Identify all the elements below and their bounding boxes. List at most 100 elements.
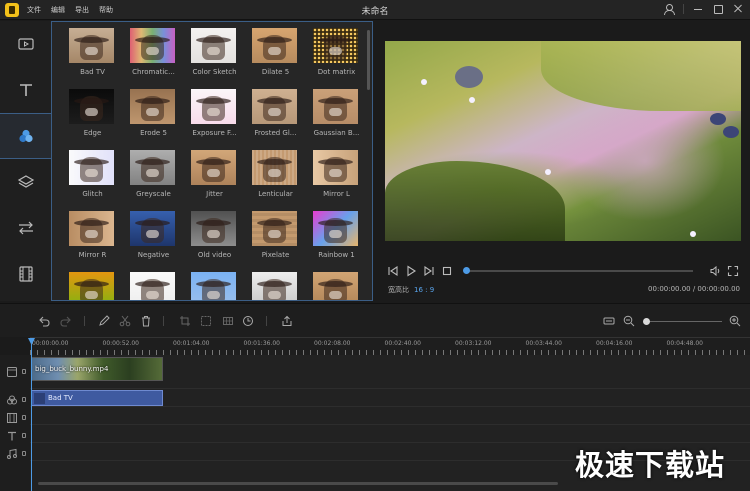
effect-item[interactable] — [184, 272, 245, 300]
rail-filmstrip[interactable] — [0, 251, 51, 297]
effect-thumbnail-subject — [135, 96, 170, 121]
effect-item[interactable]: Lenticular — [245, 150, 306, 211]
mosaic-icon[interactable] — [222, 315, 234, 327]
prev-frame-icon[interactable] — [387, 265, 399, 277]
effect-item[interactable]: Exposure F... — [184, 89, 245, 150]
effect-thumbnail-subject — [257, 96, 292, 121]
effect-thumbnail — [69, 272, 114, 300]
lock-icon[interactable] — [22, 415, 26, 420]
effect-item[interactable]: Negative — [123, 211, 184, 272]
stop-icon[interactable] — [441, 265, 453, 277]
lock-icon[interactable] — [22, 433, 26, 438]
effect-item[interactable]: Chromatic... — [123, 28, 184, 89]
undo-icon[interactable] — [38, 315, 50, 327]
resize-icon[interactable] — [200, 315, 212, 327]
effect-label: Old video — [197, 251, 232, 259]
rail-transitions[interactable] — [0, 205, 51, 251]
effect-item[interactable]: Dilate 5 — [245, 28, 306, 89]
maximize-icon[interactable] — [712, 3, 724, 15]
rail-overlays[interactable] — [0, 159, 51, 205]
track-header-video — [0, 363, 30, 381]
effect-label: Mirror R — [78, 251, 107, 259]
aspect-ratio-value[interactable]: 16 : 9 — [414, 286, 434, 294]
effect-item[interactable]: Rainbow 1 — [306, 211, 367, 272]
effect-item[interactable] — [62, 272, 123, 300]
fullscreen-icon[interactable] — [727, 265, 739, 277]
effects-scrollbar[interactable] — [367, 30, 370, 90]
effect-clip[interactable]: Bad TV — [31, 390, 163, 406]
volume-icon[interactable] — [709, 265, 721, 277]
timeline-ruler[interactable]: 00:00:00.00 00:00:52.00 00:01:04.00 00:01:3… — [30, 337, 750, 355]
crop-icon[interactable] — [179, 315, 191, 327]
seek-bar[interactable] — [465, 270, 693, 272]
seek-handle[interactable] — [463, 267, 470, 274]
lock-icon[interactable] — [22, 369, 26, 374]
effect-thumbnail — [313, 89, 358, 124]
effect-thumbnail — [191, 28, 236, 63]
zoom-in-icon[interactable] — [729, 315, 741, 327]
divider — [266, 316, 267, 326]
fit-timeline-icon[interactable] — [603, 315, 615, 327]
effect-label: Jitter — [206, 190, 223, 198]
effect-item[interactable]: Pixelate — [245, 211, 306, 272]
effect-item[interactable]: Mirror L — [306, 150, 367, 211]
ruler-time-label: 00:02:08.00 — [314, 340, 351, 347]
effect-thumbnail-subject — [318, 218, 353, 243]
effect-item[interactable]: Greyscale — [123, 150, 184, 211]
edit-icon[interactable] — [98, 315, 110, 327]
effect-item[interactable]: Dot matrix — [306, 28, 367, 89]
zoom-out-icon[interactable] — [623, 315, 635, 327]
playhead[interactable] — [31, 341, 32, 491]
preview-flower — [545, 169, 551, 175]
rail-media[interactable] — [0, 21, 51, 67]
effect-item[interactable]: Frosted Gl... — [245, 89, 306, 150]
effect-item[interactable]: Bad TV — [62, 28, 123, 89]
zoom-handle[interactable] — [642, 318, 650, 325]
effect-item[interactable] — [306, 272, 367, 300]
effect-thumbnail-subject — [74, 218, 109, 243]
effect-item[interactable]: Erode 5 — [123, 89, 184, 150]
effects-icon — [18, 129, 33, 143]
music-track-icon — [7, 448, 17, 459]
timeline-scrollbar[interactable] — [38, 482, 558, 485]
effect-item[interactable]: Color Sketch — [184, 28, 245, 89]
minimize-icon[interactable] — [692, 3, 704, 15]
effect-label: Dot matrix — [317, 68, 356, 76]
redo-icon[interactable] — [60, 315, 72, 327]
lock-icon[interactable] — [22, 451, 26, 456]
transition-icon — [18, 221, 33, 235]
effect-item[interactable]: Jitter — [184, 150, 245, 211]
effect-item[interactable]: Mirror R — [62, 211, 123, 272]
effect-item[interactable] — [123, 272, 184, 300]
user-icon[interactable] — [663, 3, 675, 15]
app-window: 文件 编辑 导出 帮助 未命名 Bad TV Chromatic... Colo… — [0, 0, 750, 491]
text-lane[interactable] — [30, 425, 750, 443]
overlay-lane[interactable] — [30, 407, 750, 425]
effect-thumbnail-subject — [318, 157, 353, 182]
cut-icon[interactable] — [119, 315, 131, 327]
effect-item[interactable]: Glitch — [62, 150, 123, 211]
delete-icon[interactable] — [140, 315, 152, 327]
effect-item[interactable]: Old video — [184, 211, 245, 272]
duration-icon[interactable] — [242, 315, 254, 327]
rail-effects[interactable] — [0, 113, 51, 159]
effect-thumbnail — [313, 272, 358, 300]
effect-clip-name: Bad TV — [48, 394, 73, 402]
preview-grass — [541, 41, 741, 111]
effect-item[interactable]: Edge — [62, 89, 123, 150]
next-frame-icon[interactable] — [423, 265, 435, 277]
lock-icon[interactable] — [22, 397, 26, 402]
effect-thumbnail — [69, 28, 114, 63]
video-clip[interactable]: big_buck_bunny.mp4 — [31, 357, 163, 381]
play-icon[interactable] — [405, 265, 417, 277]
close-icon[interactable] — [732, 3, 744, 15]
video-track-icon — [7, 367, 17, 377]
export-icon[interactable] — [281, 315, 293, 327]
rail-text[interactable] — [0, 67, 51, 113]
effect-item[interactable] — [245, 272, 306, 300]
zoom-slider[interactable] — [644, 321, 722, 322]
effect-item[interactable]: Gaussian B... — [306, 89, 367, 150]
effect-thumbnail — [191, 150, 236, 185]
effect-thumbnail — [252, 272, 297, 300]
title-bar: 文件 编辑 导出 帮助 未命名 — [0, 0, 750, 20]
